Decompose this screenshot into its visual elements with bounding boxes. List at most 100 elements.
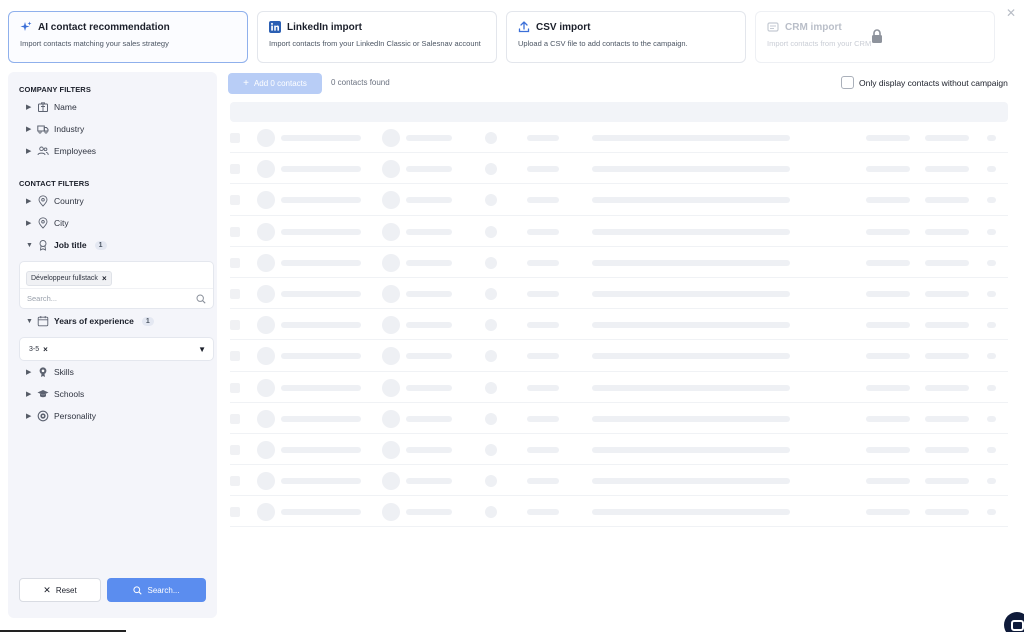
skeleton-placeholder (257, 378, 275, 397)
people-icon (37, 146, 49, 156)
skeleton-placeholder (281, 290, 361, 297)
skeleton-placeholder (382, 129, 400, 147)
skeleton-placeholder (987, 415, 996, 422)
skeleton-placeholder (230, 444, 240, 455)
skeleton-placeholder (866, 135, 910, 141)
skeleton-placeholder (925, 166, 969, 173)
skeleton-placeholder (382, 378, 400, 397)
chat-icon[interactable] (1004, 612, 1024, 632)
reset-button[interactable]: ✕ Reset (19, 578, 101, 602)
skeleton-placeholder (925, 197, 969, 204)
linkedin-icon (269, 21, 281, 33)
skeleton-placeholder (281, 446, 361, 453)
job-title-select[interactable]: Développeur fullstack × Search... (19, 261, 214, 309)
add-contacts-button[interactable]: + Add 0 contacts (228, 73, 322, 94)
skeleton-placeholder (592, 166, 790, 173)
chevron-right-icon: ▶ (26, 413, 32, 420)
filter-label: Schools (54, 389, 85, 399)
skeleton-placeholder (527, 166, 559, 173)
plus-icon: + (243, 78, 249, 89)
skeleton-placeholder (382, 191, 400, 210)
filter-label: Name (54, 102, 77, 112)
skeleton-placeholder (866, 384, 910, 391)
skeleton-placeholder (281, 509, 361, 516)
filter-count-badge: 1 (94, 240, 107, 250)
skeleton-placeholder (406, 322, 452, 329)
filter-label: Employees (54, 146, 97, 156)
search-label: Search... (147, 585, 180, 595)
chevron-right-icon: ▶ (26, 126, 32, 133)
filter-years-experience[interactable]: ▼ Years of experience 1 (26, 314, 154, 328)
skeleton-placeholder (866, 353, 910, 360)
filter-label: Skills (54, 367, 74, 377)
skeleton-placeholder (925, 446, 969, 453)
building-icon (38, 102, 48, 112)
filter-city[interactable]: ▶ City (26, 216, 69, 230)
card-csv-import[interactable]: CSV import Upload a CSV file to add cont… (506, 11, 746, 63)
skeleton-placeholder (406, 166, 452, 173)
filter-label: Personality (54, 411, 97, 421)
skeleton-placeholder (866, 259, 910, 266)
contact-filters-title: CONTACT FILTERS (19, 179, 90, 188)
skeleton-placeholder (382, 253, 400, 272)
job-title-search-input[interactable]: Search... (20, 288, 213, 308)
skeleton-placeholder (925, 384, 969, 391)
filter-country[interactable]: ▶ Country (26, 194, 84, 208)
skeleton-placeholder (866, 166, 910, 173)
remove-chip-icon[interactable]: × (102, 274, 107, 283)
lock-icon (872, 29, 882, 43)
table-row (230, 309, 1008, 341)
skeleton-placeholder (527, 446, 559, 453)
skeleton-placeholder (382, 316, 400, 335)
skeleton-placeholder (987, 259, 996, 266)
only-without-campaign-toggle[interactable]: Only display contacts without campaign (841, 76, 1008, 89)
card-ai-recommendation[interactable]: AI contact recommendation Import contact… (8, 11, 248, 63)
card-linkedin-import[interactable]: LinkedIn import Import contacts from you… (257, 11, 497, 63)
skeleton-placeholder (281, 135, 361, 141)
skeleton-placeholder (485, 412, 497, 425)
skeleton-placeholder (987, 166, 996, 173)
filter-schools[interactable]: ▶ Schools (26, 387, 84, 401)
close-icon[interactable]: ✕ (1004, 6, 1018, 20)
dropdown-caret-icon[interactable]: ▼ (198, 345, 206, 354)
table-header (230, 102, 1008, 122)
experience-select[interactable]: 3-5 × ▼ (19, 337, 214, 361)
skeleton-placeholder (866, 197, 910, 204)
chevron-right-icon: ▶ (26, 148, 32, 155)
chip-label: 3-5 (29, 345, 40, 353)
chevron-right-icon: ▶ (26, 104, 32, 111)
filter-industry[interactable]: ▶ Industry (26, 122, 84, 136)
skeleton-placeholder (866, 509, 910, 516)
table-row (230, 122, 1008, 154)
filter-company-name[interactable]: ▶ Name (26, 100, 77, 114)
skeleton-placeholder (527, 384, 559, 391)
target-icon (37, 410, 49, 422)
filters-sidebar: COMPANY FILTERS ▶ Name ▶ Industry ▶ Empl… (8, 72, 217, 618)
skeleton-placeholder (230, 133, 240, 143)
filter-job-title[interactable]: ▼ Job title 1 (26, 238, 107, 252)
remove-chip-icon[interactable]: × (43, 345, 48, 354)
search-button[interactable]: Search... (107, 578, 206, 602)
skeleton-placeholder (485, 506, 497, 519)
skeleton-placeholder (406, 353, 452, 360)
badge-icon (39, 367, 47, 377)
skeleton-placeholder (281, 166, 361, 173)
card-title: CRM import (785, 21, 842, 33)
filter-employees[interactable]: ▶ Employees (26, 144, 96, 158)
filter-skills[interactable]: ▶ Skills (26, 365, 74, 379)
table-row (230, 278, 1008, 310)
skeleton-placeholder (485, 225, 497, 238)
skeleton-placeholder (230, 164, 240, 175)
skeleton-placeholder (987, 197, 996, 204)
filter-personality[interactable]: ▶ Personality (26, 409, 96, 423)
skeleton-placeholder (527, 353, 559, 360)
skeleton-placeholder (230, 382, 240, 393)
card-title: AI contact recommendation (38, 21, 170, 33)
skeleton-placeholder (406, 290, 452, 297)
skeleton-placeholder (281, 384, 361, 391)
checkbox[interactable] (841, 76, 854, 89)
skeleton-placeholder (987, 322, 996, 329)
chevron-right-icon: ▶ (26, 220, 32, 227)
skeleton-placeholder (230, 507, 240, 518)
skeleton-placeholder (257, 284, 275, 303)
